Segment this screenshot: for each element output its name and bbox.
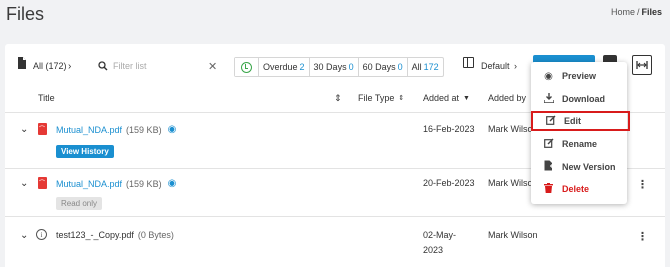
added-at-cell: 16-Feb-2023: [423, 124, 475, 134]
eye-icon[interactable]: ◉: [168, 124, 177, 135]
menu-item-label: Edit: [564, 116, 581, 126]
info-icon: i: [36, 229, 47, 240]
file-size: (159 KB): [126, 178, 162, 189]
read-only-badge: Read only: [56, 197, 103, 210]
menu-item-label: Download: [562, 94, 605, 104]
all-files-dropdown[interactable]: All (172): [33, 57, 67, 75]
file-name[interactable]: test123_-_Copy.pdf: [56, 230, 134, 240]
page-title: Files: [6, 4, 45, 24]
clear-icon[interactable]: ✕: [208, 57, 217, 75]
menu-item-rename[interactable]: Rename: [531, 134, 627, 154]
file-name-cell: test123_-_Copy.pdf (0 Bytes): [56, 230, 174, 240]
breadcrumb-home[interactable]: Home: [611, 7, 635, 17]
view-history-button[interactable]: View History: [56, 145, 114, 158]
column-added-by[interactable]: Added by: [488, 93, 526, 103]
header-label: File Type: [358, 93, 395, 103]
file-link[interactable]: Mutual_NDA.pdf: [56, 125, 122, 135]
eye-icon: ◉: [544, 70, 553, 82]
column-file-type[interactable]: File Type ⇕: [358, 93, 404, 103]
filter-label: All: [411, 62, 422, 72]
menu-item-label: Preview: [562, 71, 597, 81]
sort-icon[interactable]: ⇕: [334, 93, 342, 104]
filter-all[interactable]: All 172: [406, 58, 443, 76]
pdf-icon: [38, 177, 47, 189]
divider: [5, 216, 665, 217]
download-icon: [542, 92, 555, 106]
filter-label: Overdue: [263, 62, 298, 72]
file-link[interactable]: Mutual_NDA.pdf: [56, 179, 122, 189]
chevron-down-icon[interactable]: ⌄: [20, 230, 28, 241]
added-at-cell: 20-Feb-2023: [423, 178, 475, 188]
header-label: Added at: [423, 93, 460, 103]
clock-filter[interactable]: [235, 58, 258, 76]
file-name-cell: Mutual_NDA.pdf (159 KB) ◉: [56, 124, 176, 135]
view-history-label: View History: [56, 145, 114, 158]
added-at-cell-year: 2023: [423, 245, 444, 255]
due-filter-group: Overdue 2 30 Days 0 60 Days 0 All 172: [234, 57, 444, 77]
added-by-cell: Mark Wilson: [488, 230, 538, 240]
chevron-down-icon[interactable]: ⌄: [20, 124, 28, 135]
sort-icon: ⇕: [398, 95, 405, 102]
filter-60-days[interactable]: 60 Days 0: [357, 58, 407, 76]
filter-count: 0: [397, 62, 403, 72]
added-by-cell: Mark Wilso: [488, 178, 533, 188]
search-icon: [98, 57, 108, 75]
sort-down-icon: ▼: [463, 94, 470, 102]
breadcrumb-current: Files: [641, 7, 662, 17]
menu-item-download[interactable]: Download: [531, 89, 627, 109]
chevron-down-icon[interactable]: ⌄: [20, 178, 28, 189]
trash-icon: [543, 182, 554, 196]
breadcrumb-separator: /: [636, 7, 640, 17]
filter-label: 30 Days: [313, 62, 347, 72]
row-actions-menu: ◉ Preview Download Edit Rename New Versi…: [531, 62, 630, 204]
filter-label: 60 Days: [362, 62, 396, 72]
pdf-icon: [38, 123, 47, 135]
view-selector[interactable]: Default: [481, 57, 510, 75]
added-at-cell: 02-May-: [423, 230, 457, 240]
filter-count: 0: [348, 62, 354, 72]
filter-list-input[interactable]: [113, 57, 203, 75]
chevron-right-icon[interactable]: ›: [514, 57, 517, 75]
menu-item-delete[interactable]: Delete: [531, 179, 627, 199]
columns-icon[interactable]: [463, 57, 474, 68]
expand-width-icon[interactable]: [632, 55, 652, 75]
menu-item-new-version[interactable]: New Version: [531, 157, 627, 177]
kebab-menu-icon[interactable]: ⋮: [637, 178, 648, 191]
rename-icon: [543, 138, 554, 151]
filter-30-days[interactable]: 30 Days 0: [308, 58, 358, 76]
table-row: ⌄ i test123_-_Copy.pdf (0 Bytes) 02-May-…: [5, 226, 665, 266]
menu-item-label: Delete: [562, 184, 590, 194]
edit-icon: [545, 115, 556, 128]
menu-item-edit[interactable]: Edit: [531, 111, 630, 131]
read-only-label: Read only: [56, 197, 103, 210]
filter-overdue[interactable]: Overdue 2: [258, 58, 309, 76]
file-size: (159 KB): [126, 124, 162, 135]
menu-item-preview[interactable]: ◉ Preview: [531, 66, 627, 86]
chevron-right-icon[interactable]: ›: [68, 57, 71, 75]
clock-icon: [241, 61, 252, 73]
breadcrumb: Home / Files: [611, 7, 662, 17]
kebab-menu-icon[interactable]: ⋮: [637, 230, 648, 243]
column-title: Title: [38, 93, 55, 103]
column-added-at[interactable]: Added at ▼: [423, 93, 470, 103]
menu-item-label: New Version: [562, 162, 616, 172]
file-name-cell: Mutual_NDA.pdf (159 KB) ◉: [56, 178, 176, 189]
menu-item-label: Rename: [562, 139, 598, 149]
filter-count: 172: [423, 62, 439, 72]
eye-icon[interactable]: ◉: [168, 178, 177, 189]
filter-count: 2: [299, 62, 305, 72]
file-size: (0 Bytes): [137, 230, 174, 240]
new-version-icon: [543, 160, 554, 174]
file-icon: [17, 57, 27, 69]
